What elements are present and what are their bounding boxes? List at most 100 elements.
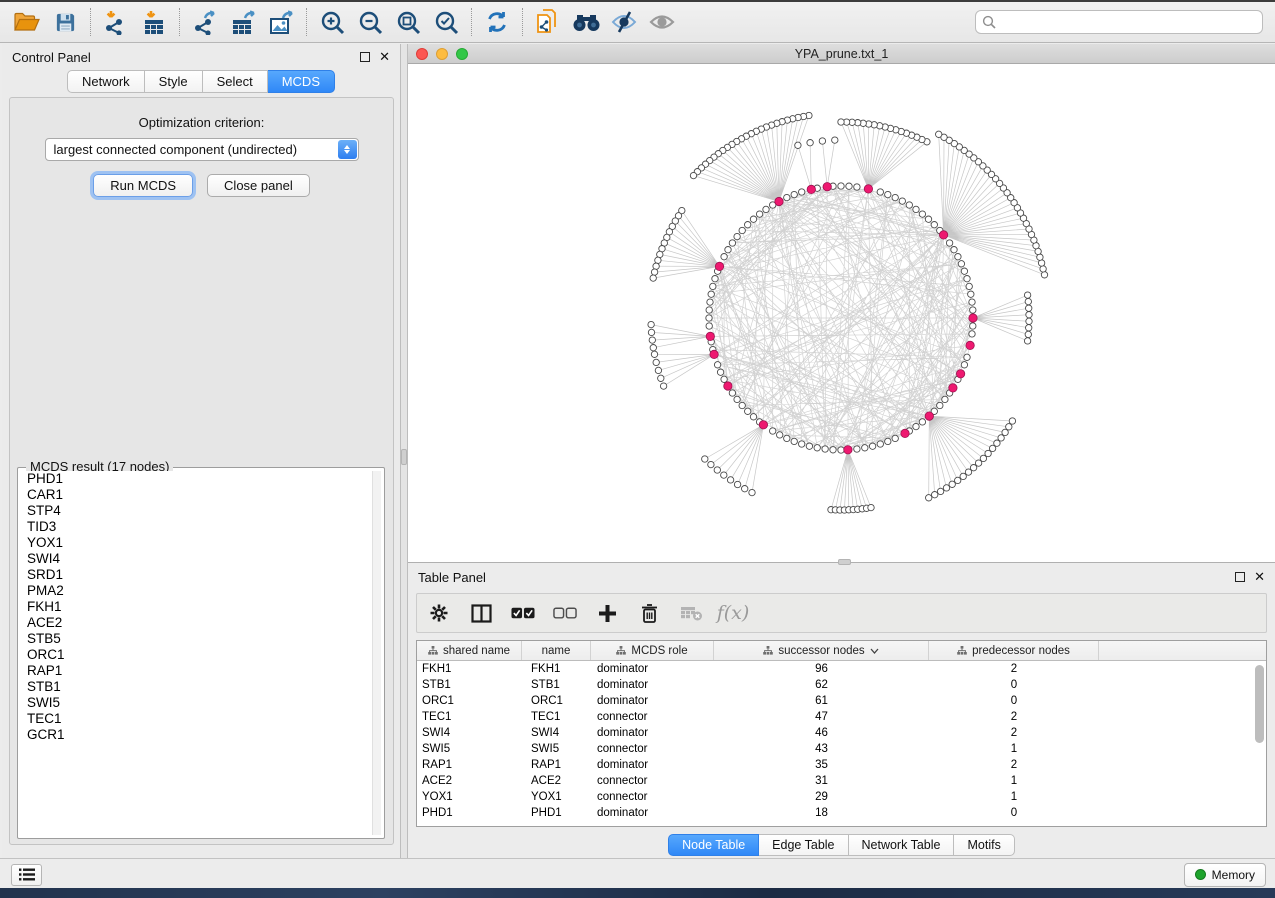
zoom-in-button[interactable] xyxy=(313,6,351,38)
desktop-wallpaper xyxy=(0,888,1275,898)
mcds-result-item[interactable]: SWI4 xyxy=(21,551,372,567)
table-row[interactable]: ACE2ACE2connector311 xyxy=(417,773,1266,789)
table-row[interactable]: YOX1YOX1connector291 xyxy=(417,789,1266,805)
selected-option-text: largest connected component (undirected) xyxy=(46,142,298,157)
column-header-mcds-role[interactable]: MCDS role xyxy=(591,641,714,660)
table-cell: PHD1 xyxy=(522,805,591,821)
splitter-grabber[interactable] xyxy=(401,449,407,465)
table-row[interactable]: SWI5SWI5connector431 xyxy=(417,741,1266,757)
table-cell: 2 xyxy=(929,757,1099,773)
node-table-header: shared name name MCDS role successor nod… xyxy=(417,641,1266,661)
mcds-result-item[interactable]: SWI5 xyxy=(21,695,372,711)
node-table: shared name name MCDS role successor nod… xyxy=(416,640,1267,827)
vertical-splitter[interactable] xyxy=(400,44,408,858)
mcds-result-item[interactable]: GCR1 xyxy=(21,727,372,743)
tab-motifs[interactable]: Motifs xyxy=(954,834,1014,856)
table-row[interactable]: TEC1TEC1connector472 xyxy=(417,709,1266,725)
export-image-button[interactable] xyxy=(262,6,300,38)
create-column-button[interactable] xyxy=(595,601,619,625)
search-field[interactable] xyxy=(975,10,1263,34)
mcds-result-item[interactable]: ORC1 xyxy=(21,647,372,663)
delete-columns-button[interactable] xyxy=(637,601,661,625)
table-row[interactable]: RAP1RAP1dominator352 xyxy=(417,757,1266,773)
table-row[interactable]: SWI4SWI4dominator462 xyxy=(417,725,1266,741)
float-table-panel-icon[interactable] xyxy=(1235,572,1245,582)
column-header-shared-name[interactable]: shared name xyxy=(417,641,522,660)
tab-select[interactable]: Select xyxy=(203,70,268,93)
tab-mcds[interactable]: MCDS xyxy=(268,70,335,93)
tab-network[interactable]: Network xyxy=(67,70,145,93)
column-header-successor-nodes[interactable]: successor nodes xyxy=(714,641,929,660)
search-input[interactable] xyxy=(1001,15,1256,29)
network-graph[interactable] xyxy=(408,64,1275,562)
clone-network-button[interactable] xyxy=(529,6,567,38)
table-cell: 31 xyxy=(714,773,929,789)
delete-table-button[interactable] xyxy=(679,601,703,625)
mcds-result-item[interactable]: TEC1 xyxy=(21,711,372,727)
table-row[interactable]: FKH1FKH1dominator962 xyxy=(417,661,1266,677)
mcds-result-item[interactable]: STP4 xyxy=(21,503,372,519)
export-table-icon xyxy=(230,10,257,35)
mcds-result-item[interactable]: STB1 xyxy=(21,679,372,695)
select-all-checkboxes-button[interactable] xyxy=(511,601,535,625)
tab-node-table[interactable]: Node Table xyxy=(668,834,759,856)
update-network-button[interactable] xyxy=(478,6,516,38)
import-table-button[interactable] xyxy=(135,6,173,38)
table-cell: YOX1 xyxy=(522,789,591,805)
tab-network-table[interactable]: Network Table xyxy=(849,834,955,856)
run-mcds-button[interactable]: Run MCDS xyxy=(93,174,193,197)
tree-icon xyxy=(957,646,967,655)
control-panel-title: Control Panel xyxy=(12,50,91,65)
mcds-result-item[interactable]: SRD1 xyxy=(21,567,372,583)
mcds-result-item[interactable]: RAP1 xyxy=(21,663,372,679)
mcds-result-item[interactable]: STB5 xyxy=(21,631,372,647)
column-header-name[interactable]: name xyxy=(522,641,591,660)
tab-style[interactable]: Style xyxy=(145,70,203,93)
open-file-button[interactable] xyxy=(8,6,46,38)
close-panel-icon[interactable]: ✕ xyxy=(379,52,390,62)
column-header-predecessor-nodes[interactable]: predecessor nodes xyxy=(929,641,1099,660)
memory-button[interactable]: Memory xyxy=(1184,863,1266,887)
table-row[interactable]: STB1STB1dominator620 xyxy=(417,677,1266,693)
zoom-selected-button[interactable] xyxy=(427,6,465,38)
mcds-list-scrollbar[interactable] xyxy=(372,471,381,835)
first-neighbors-button[interactable] xyxy=(567,6,605,38)
show-column-panel-button[interactable] xyxy=(469,601,493,625)
mcds-result-item[interactable]: ACE2 xyxy=(21,615,372,631)
table-row[interactable]: PHD1PHD1dominator180 xyxy=(417,805,1266,821)
table-cell: 61 xyxy=(714,693,929,709)
close-table-panel-icon[interactable]: ✕ xyxy=(1254,572,1265,582)
memory-status-icon xyxy=(1195,869,1206,880)
function-builder-button[interactable]: f(x) xyxy=(721,601,745,625)
eye-button[interactable] xyxy=(643,6,681,38)
table-row[interactable]: ORC1ORC1dominator610 xyxy=(417,693,1266,709)
table-cell: dominator xyxy=(591,725,714,741)
optimization-criterion-select[interactable]: largest connected component (undirected) xyxy=(45,138,359,161)
mcds-result-item[interactable]: PMA2 xyxy=(21,583,372,599)
table-scrollbar[interactable] xyxy=(1255,665,1264,743)
import-network-button[interactable] xyxy=(97,6,135,38)
task-history-button[interactable] xyxy=(11,864,42,886)
table-cell: SWI4 xyxy=(417,725,522,741)
export-table-button[interactable] xyxy=(224,6,262,38)
horizontal-splitter-grabber[interactable] xyxy=(838,559,851,565)
mcds-result-item[interactable]: YOX1 xyxy=(21,535,372,551)
mcds-result-item[interactable]: PHD1 xyxy=(21,471,372,487)
table-options-button[interactable] xyxy=(427,601,451,625)
mcds-result-item[interactable]: TID3 xyxy=(21,519,372,535)
mcds-result-item[interactable]: CAR1 xyxy=(21,487,372,503)
network-window-titlebar[interactable]: YPA_prune.txt_1 xyxy=(408,44,1275,64)
close-panel-button[interactable]: Close panel xyxy=(207,174,310,197)
zoom-fit-button[interactable] xyxy=(389,6,427,38)
show-hide-graphics-button[interactable] xyxy=(605,6,643,38)
float-panel-icon[interactable] xyxy=(360,52,370,62)
zoom-out-button[interactable] xyxy=(351,6,389,38)
network-canvas[interactable] xyxy=(408,64,1275,562)
control-panel-tabs: NetworkStyleSelectMCDS xyxy=(2,70,400,93)
save-session-button[interactable] xyxy=(46,6,84,38)
tab-edge-table[interactable]: Edge Table xyxy=(759,834,848,856)
export-network-button[interactable] xyxy=(186,6,224,38)
save-floppy-icon xyxy=(54,11,77,34)
mcds-result-item[interactable]: FKH1 xyxy=(21,599,372,615)
clear-all-checkboxes-button[interactable] xyxy=(553,601,577,625)
